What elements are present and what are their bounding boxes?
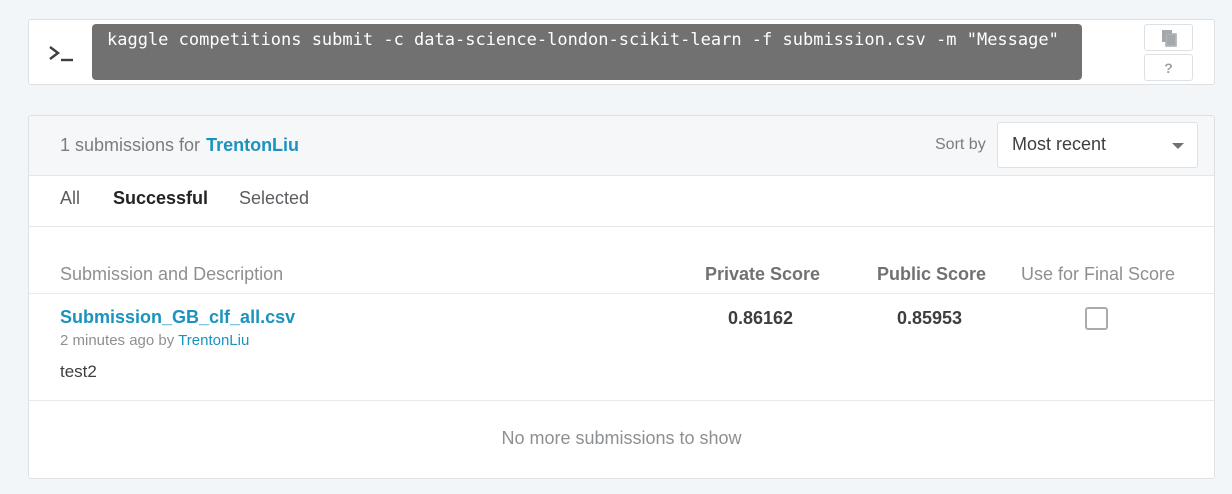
sort-label: Sort by <box>935 136 986 153</box>
public-score-value: 0.85953 <box>897 308 963 328</box>
submission-tabs: All Successful Selected <box>29 176 1214 227</box>
help-button[interactable]: ? <box>1144 54 1193 81</box>
help-icon: ? <box>1164 59 1173 76</box>
tab-successful[interactable]: Successful <box>113 188 208 209</box>
no-more-submissions: No more submissions to show <box>501 428 742 448</box>
submission-count-label: 1 submissions for <box>60 135 201 155</box>
submissions-header: 1 submissions for TrentonLiu Sort by Most… <box>29 116 1214 176</box>
submission-count: 1 submissions for TrentonLiu <box>60 135 299 156</box>
header-divider <box>29 293 1214 294</box>
row-divider <box>29 400 1214 401</box>
sort-dropdown[interactable]: Most recent <box>997 122 1198 168</box>
tab-all[interactable]: All <box>60 188 80 209</box>
copy-button[interactable] <box>1144 24 1193 51</box>
sort-selected-value: Most recent <box>1012 134 1107 154</box>
column-header-description: Submission and Description <box>60 264 284 284</box>
submission-description: test2 <box>60 362 97 381</box>
submission-file-link[interactable]: Submission_GB_clf_all.csv <box>60 307 295 328</box>
tab-selected[interactable]: Selected <box>239 188 309 209</box>
column-header-private-score[interactable]: Private Score <box>705 264 820 285</box>
submission-meta: 2 minutes ago by TrentonLiu <box>60 332 249 349</box>
chevron-down-icon <box>1172 143 1184 149</box>
api-command-text[interactable]: kaggle competitions submit -c data-scien… <box>92 24 1082 80</box>
api-command-bar: kaggle competitions submit -c data-scien… <box>28 19 1215 85</box>
submissions-card: 1 submissions for TrentonLiu Sort by Most… <box>28 115 1215 479</box>
column-header-final-score: Use for Final Score <box>1021 264 1176 284</box>
user-link[interactable]: TrentonLiu <box>206 135 299 155</box>
submission-time: 2 minutes ago by <box>60 332 175 349</box>
private-score-value: 0.86162 <box>728 308 794 328</box>
terminal-icon <box>49 46 73 62</box>
column-header-public-score[interactable]: Public Score <box>877 264 986 285</box>
copy-icon <box>1161 29 1177 47</box>
use-for-final-checkbox[interactable] <box>1085 307 1108 330</box>
submission-author-link[interactable]: TrentonLiu <box>178 332 249 349</box>
